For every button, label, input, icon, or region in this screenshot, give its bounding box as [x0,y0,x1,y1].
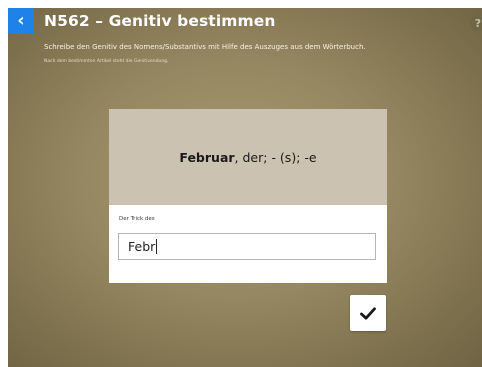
instruction-text: Schreibe den Genitiv des Nomens/Substant… [44,43,366,51]
dictionary-entry: Februar, der; - (s); -e [109,109,387,205]
help-button[interactable]: ? [470,15,482,31]
answer-field-label: Der Trick des [119,216,155,222]
submit-check-button[interactable] [350,295,386,331]
question-circle-icon: ? [474,16,482,30]
text-caret [156,239,158,254]
exercise-card: Februar, der; - (s); -e Der Trick des Fe… [109,109,387,283]
grammar-info: , der; - (s); -e [234,149,317,165]
page-title: N562 – Genitiv bestimmen [44,12,276,30]
answer-input-value: Febr [128,239,156,254]
check-icon [360,306,376,320]
chevron-left-icon: ‹ [17,9,25,31]
headword: Februar [179,149,235,165]
answer-input[interactable]: Febr [118,233,376,260]
back-button[interactable]: ‹ [8,8,34,34]
sub-instruction-text: Nach dem bestimmten Artikel steht die Ge… [44,59,169,64]
exercise-stage: ‹ N562 – Genitiv bestimmen ? Schreibe de… [8,8,482,367]
